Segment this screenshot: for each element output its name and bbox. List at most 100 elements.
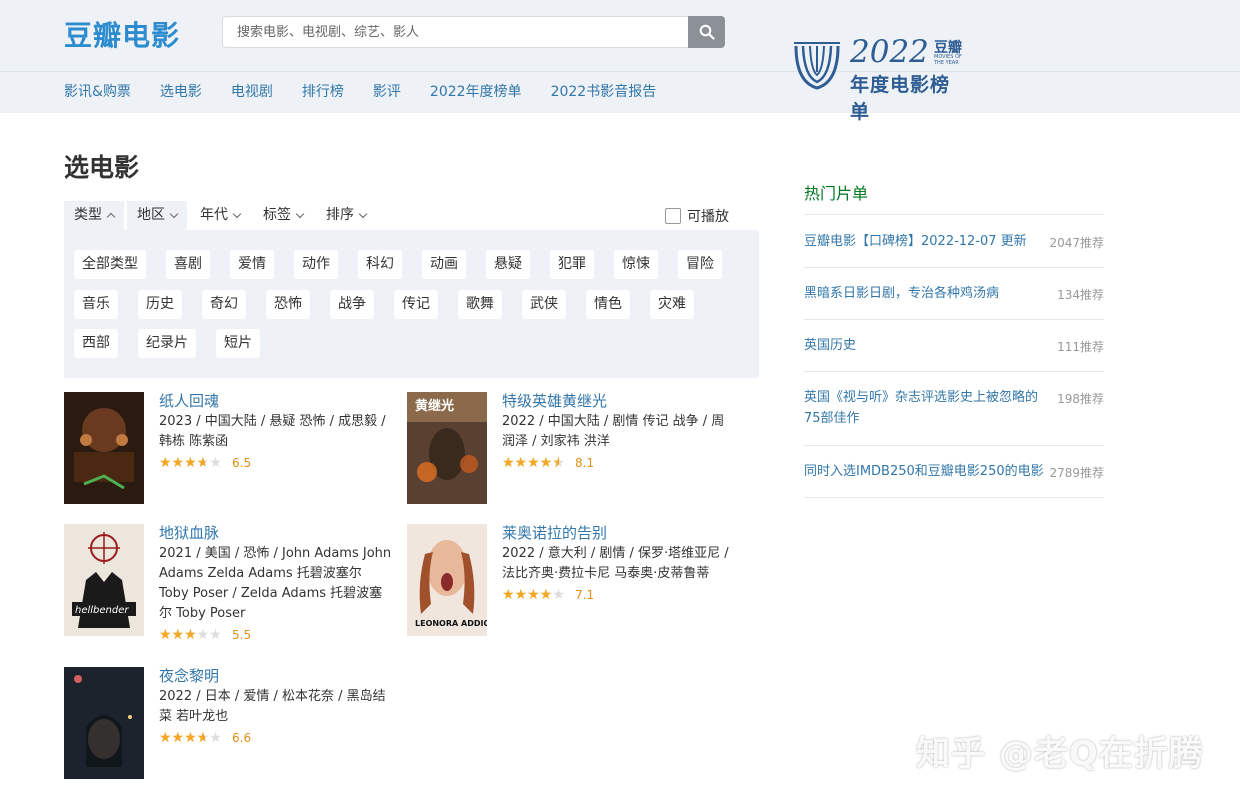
chevron-up-icon: [106, 212, 116, 222]
movie-rating: ★★★★★ ★★★★★ 8.1: [502, 456, 594, 470]
movie-card[interactable]: hellbender 地狱血脉 2021 / 美国 / 恐怖 / John Ad…: [64, 524, 394, 644]
nav-item-explore-movies[interactable]: 选电影: [160, 80, 202, 104]
star-rating-icon: ★★★★★★★★★★: [502, 587, 565, 603]
list-item-count: 198推荐: [1057, 392, 1104, 406]
list-item[interactable]: 英国《视与听》杂志评选影史上被忽略的75部佳作 198推荐: [804, 372, 1104, 446]
playable-label: 可播放: [687, 209, 729, 225]
movie-title[interactable]: 纸人回魂: [159, 390, 219, 411]
hot-lists: 豆瓣电影【口碑榜】2022-12-07 更新 2047推荐 黑暗系日影日剧，专治…: [804, 214, 1104, 498]
movie-rating: ★★★★★★★★★★ 6.5: [159, 456, 251, 470]
list-item-link[interactable]: 英国历史: [804, 335, 1044, 356]
movie-card[interactable]: 纸人回魂 2023 / 中国大陆 / 悬疑 恐怖 / 成思毅 / 韩栋 陈紫函 …: [64, 392, 394, 504]
genre-tag[interactable]: 恐怖: [266, 290, 310, 319]
douban-movie-logo[interactable]: 豆瓣电影: [64, 14, 180, 54]
movie-title[interactable]: 夜念黎明: [159, 665, 219, 686]
movie-card[interactable]: LEONORA ADDIO 莱奥诺拉的告别 2022 / 意大利 / 剧情 / …: [407, 524, 737, 636]
filter-year[interactable]: 年代: [190, 201, 250, 230]
genre-tag[interactable]: 情色: [586, 290, 630, 319]
list-item[interactable]: 同时入选IMDB250和豆瓣电影250的电影 2789推荐: [804, 446, 1104, 498]
list-item[interactable]: 豆瓣电影【口碑榜】2022-12-07 更新 2047推荐: [804, 215, 1104, 268]
genre-tag[interactable]: 音乐: [74, 290, 118, 319]
page-title: 选电影: [64, 153, 140, 182]
filter-year-label: 年代: [200, 207, 228, 223]
genre-tag[interactable]: 奇幻: [202, 290, 246, 319]
movie-rating: ★★★★★★★★★★ 5.5: [159, 628, 251, 642]
genre-tag[interactable]: 短片: [216, 329, 260, 358]
playable-checkbox[interactable]: [665, 208, 681, 224]
movie-poster[interactable]: [64, 667, 144, 779]
filter-sort[interactable]: 排序: [316, 201, 376, 230]
genre-tag[interactable]: 爱情: [230, 250, 274, 279]
search-icon: [699, 24, 715, 40]
list-item[interactable]: 黑暗系日影日剧，专治各种鸡汤病 134推荐: [804, 268, 1104, 320]
genre-tag[interactable]: 犯罪: [550, 250, 594, 279]
filter-sort-label: 排序: [326, 207, 354, 223]
movie-poster[interactable]: 黄继光: [407, 392, 487, 504]
list-item-link[interactable]: 豆瓣电影【口碑榜】2022-12-07 更新: [804, 231, 1044, 252]
rating-score: 5.5: [232, 628, 252, 642]
poster-image-icon: hellbender: [64, 524, 144, 636]
genre-tag[interactable]: 冒险: [678, 250, 722, 279]
poster-image-icon: 黄继光: [407, 392, 487, 504]
movie-card[interactable]: 夜念黎明 2022 / 日本 / 爱情 / 松本花奈 / 黑岛结菜 若叶龙也 ★…: [64, 667, 394, 779]
search-button[interactable]: [688, 16, 725, 48]
genre-tag[interactable]: 纪录片: [138, 329, 196, 358]
list-item-link[interactable]: 同时入选IMDB250和豆瓣电影250的电影: [804, 461, 1054, 482]
annual-list-banner[interactable]: 2022 豆瓣 MOVIES OF THE YEAR 年度电影榜单: [788, 34, 968, 123]
chevron-down-icon: [295, 209, 305, 218]
filter-genre[interactable]: 类型: [64, 201, 124, 230]
search-input[interactable]: [222, 16, 688, 48]
banner-title: 年度电影榜单: [850, 74, 951, 123]
nav-item-tickets[interactable]: 影讯&购票: [64, 80, 131, 104]
list-item-count: 2047推荐: [1049, 236, 1104, 250]
genre-tag[interactable]: 武侠: [522, 290, 566, 319]
banner-year: 2022: [850, 34, 929, 70]
nav-item-reviews[interactable]: 影评: [373, 80, 401, 104]
genre-tag[interactable]: 动画: [422, 250, 466, 279]
nav-item-2022-report[interactable]: 2022书影音报告: [551, 80, 657, 104]
movie-title[interactable]: 莱奥诺拉的告别: [502, 522, 607, 543]
zhihu-watermark: 知乎 @老Q在折腾: [916, 734, 1204, 774]
list-item-count: 2789推荐: [1049, 466, 1104, 480]
chevron-down-icon: [358, 209, 368, 218]
movie-poster[interactable]: [64, 392, 144, 504]
annual-list-emblem-icon: [794, 42, 840, 90]
genre-tag[interactable]: 传记: [394, 290, 438, 319]
genre-tag[interactable]: 历史: [138, 290, 182, 319]
playable-toggle[interactable]: 可播放: [665, 206, 729, 226]
movie-title[interactable]: 地狱血脉: [159, 522, 219, 543]
top-bar: 豆瓣电影 2022 豆瓣 MOVIES OF THE YEAR 年度电影榜单: [0, 0, 1240, 123]
genre-tag[interactable]: 动作: [294, 250, 338, 279]
list-item[interactable]: 英国历史 111推荐: [804, 320, 1104, 372]
movie-meta: 2022 / 日本 / 爱情 / 松本花奈 / 黑岛结菜 若叶龙也: [159, 689, 386, 724]
nav-item-2022-annual[interactable]: 2022年度榜单: [430, 80, 522, 104]
genre-tag[interactable]: 歌舞: [458, 290, 502, 319]
genre-tag-panel: 全部类型 喜剧 爱情 动作 科幻 动画 悬疑 犯罪 惊悚 冒险 音乐 历史 奇幻…: [64, 230, 759, 378]
filter-region[interactable]: 地区: [127, 201, 187, 230]
movie-title[interactable]: 特级英雄黄继光: [502, 390, 607, 411]
movie-rating: ★★★★★★★★★★ 7.1: [502, 588, 594, 602]
movie-poster[interactable]: LEONORA ADDIO: [407, 524, 487, 636]
star-rating-icon: ★★★★★★★★★★: [159, 455, 222, 471]
movie-card[interactable]: 黄继光 特级英雄黄继光 2022 / 中国大陆 / 剧情 传记 战争 / 周润泽…: [407, 392, 737, 504]
genre-tag[interactable]: 科幻: [358, 250, 402, 279]
movie-poster[interactable]: hellbender: [64, 524, 144, 636]
rating-score: 6.6: [232, 731, 252, 745]
genre-tag[interactable]: 战争: [330, 290, 374, 319]
nav-item-charts[interactable]: 排行榜: [302, 80, 344, 104]
movie-meta: 2021 / 美国 / 恐怖 / John Adams John Adams Z…: [159, 546, 392, 621]
genre-tag[interactable]: 惊悚: [614, 250, 658, 279]
genre-tag[interactable]: 灾难: [650, 290, 694, 319]
movie-meta: 2022 / 中国大陆 / 剧情 传记 战争 / 周润泽 / 刘家祎 洪洋: [502, 414, 725, 449]
list-item-link[interactable]: 英国《视与听》杂志评选影史上被忽略的75部佳作: [804, 387, 1044, 429]
nav-item-tv[interactable]: 电视剧: [231, 80, 273, 104]
list-item-link[interactable]: 黑暗系日影日剧，专治各种鸡汤病: [804, 283, 1044, 304]
filter-tag[interactable]: 标签: [253, 201, 313, 230]
filter-region-label: 地区: [137, 207, 165, 223]
genre-tag[interactable]: 喜剧: [166, 250, 210, 279]
list-item-count: 111推荐: [1057, 340, 1104, 354]
genre-tag[interactable]: 悬疑: [486, 250, 530, 279]
svg-text:黄继光: 黄继光: [415, 398, 454, 414]
genre-tag[interactable]: 西部: [74, 329, 118, 358]
genre-tag[interactable]: 全部类型: [74, 250, 146, 279]
